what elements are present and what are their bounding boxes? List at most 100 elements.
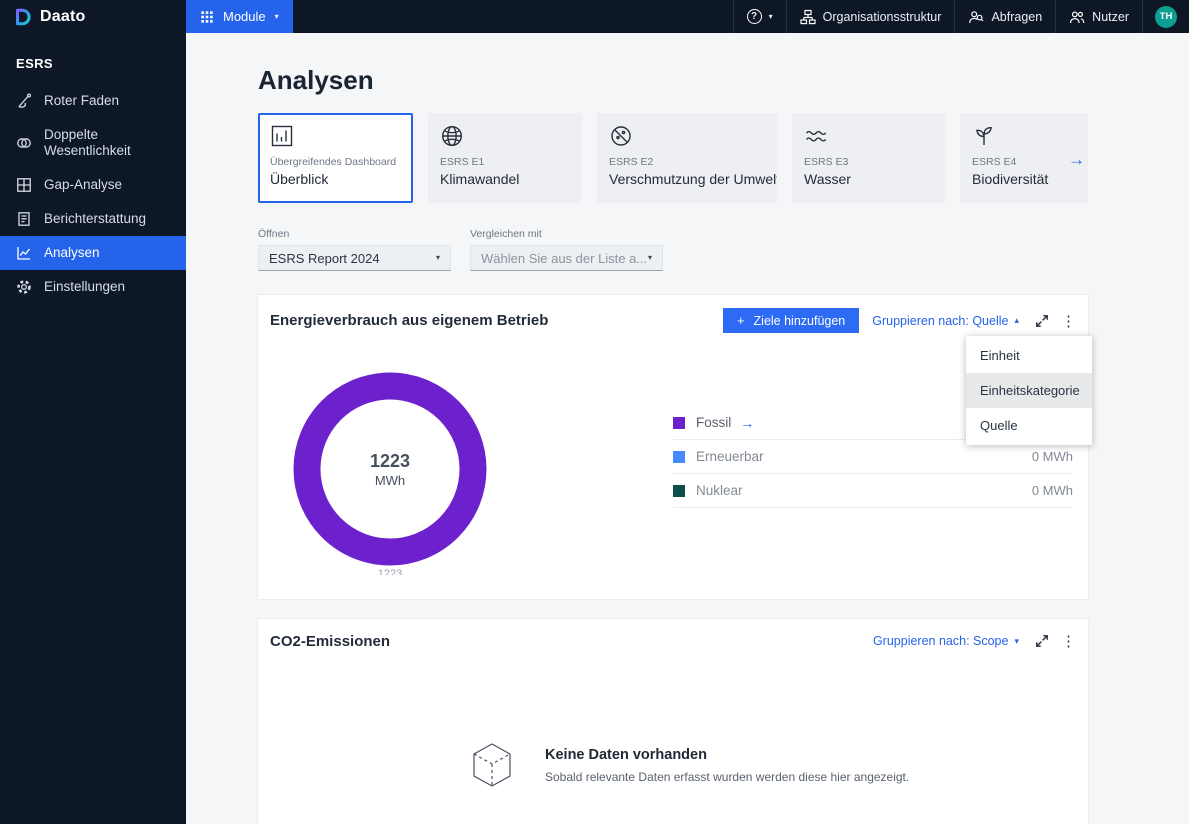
sidebar-item-berichterstattung[interactable]: Berichterstattung: [0, 202, 186, 236]
tab-label: Überblick: [270, 171, 329, 187]
sidebar-item-einstellungen[interactable]: Einstellungen: [0, 270, 186, 304]
sidebar-item-label: Gap-Analyse: [44, 176, 123, 192]
empty-state-title: Keine Daten vorhanden: [545, 746, 707, 763]
sidebar-item-doppelte-wesentlichkeit[interactable]: Doppelte Wesentlichkeit: [0, 118, 186, 168]
fossil-swatch: [673, 416, 685, 429]
energy-panel: Energieverbrauch aus eigenem Betrieb + Z…: [258, 295, 1092, 599]
queries-button[interactable]: Abfragen: [954, 0, 1055, 33]
water-waves-icon: [804, 124, 933, 150]
org-structure-button[interactable]: Organisationsstruktur: [785, 0, 955, 33]
empty-cube-icon: [473, 743, 511, 787]
avatar-wrap: TH: [1142, 0, 1189, 33]
sprout-icon: [972, 124, 1076, 150]
energy-panel-title: Energieverbrauch aus eigenem Betrieb: [270, 312, 549, 329]
group-by-scope-dropdown[interactable]: Gruppieren nach: Scope ▾: [873, 634, 1019, 648]
menu-item-einheitskategorie[interactable]: Einheitskategorie: [966, 373, 1092, 408]
legend-value: 0 MWh: [1031, 483, 1073, 498]
help-button[interactable]: ? ▾: [732, 0, 786, 33]
logo-text: Daato: [40, 7, 86, 25]
expand-button[interactable]: [1035, 634, 1049, 648]
apps-grid-icon: [200, 10, 214, 24]
tab-subtitle: ESRS E2: [609, 156, 654, 168]
legend-row-erneuerbar: Erneuerbar 0 MWh: [673, 440, 1073, 474]
plus-icon: +: [736, 313, 745, 328]
topbar-right: ? ▾ Organisationsstruktur Abfragen Nutze…: [732, 0, 1189, 33]
daato-logo-icon: [13, 7, 33, 27]
tab-klimawandel[interactable]: ESRS E1 Klimawandel: [428, 113, 582, 203]
avatar[interactable]: TH: [1155, 5, 1177, 28]
co2-empty-text-block: Keine Daten vorhanden Sobald relevante D…: [545, 747, 909, 784]
tab-subtitle: ESRS E3: [804, 156, 849, 168]
expand-button[interactable]: [1035, 314, 1049, 328]
tab-verschmutzung[interactable]: ESRS E2 Verschmutzung der Umwelt: [597, 113, 777, 203]
legend-value: 0 MWh: [1031, 449, 1073, 464]
report-select[interactable]: ESRS Report 2024 ▾: [258, 245, 451, 271]
group-by-label: Gruppieren nach: Quelle: [872, 313, 1009, 328]
compare-filter: Vergleichen mit Wählen Sie aus der Liste…: [470, 228, 663, 271]
double-materiality-icon: [17, 138, 31, 148]
compare-filter-label: Vergleichen mit: [470, 228, 542, 240]
open-filter-label: Öffnen: [258, 228, 290, 240]
kebab-menu-button[interactable]: ⋮: [1061, 312, 1076, 330]
tab-label: Wasser: [804, 171, 851, 187]
sidebar-item-roter-faden[interactable]: Roter Faden: [0, 84, 186, 118]
line-chart-icon: [17, 246, 31, 260]
main-content: Analysen Übergreifendes Dashboard Überbl…: [186, 33, 1189, 824]
tab-subtitle: ESRS E1: [440, 156, 485, 168]
open-filter: Öffnen ESRS Report 2024 ▾: [258, 228, 451, 271]
legend-label: Erneuerbar: [696, 449, 764, 464]
donut-footer-clipped: 1223: [377, 568, 403, 575]
tab-subtitle: ESRS E4: [972, 156, 1017, 168]
tab-subtitle: Übergreifendes Dashboard: [270, 156, 397, 168]
legend-label: Nuklear: [696, 483, 743, 498]
module-button[interactable]: Module ▾: [186, 0, 293, 33]
tab-wasser[interactable]: ESRS E3 Wasser: [792, 113, 945, 203]
legend-label: Fossil: [696, 415, 732, 430]
energy-donut-chart: 1223 MWh: [292, 371, 488, 567]
arrow-right-icon[interactable]: →: [740, 415, 754, 431]
empty-state-text: Sobald relevante Daten erfasst wurden we…: [545, 769, 910, 784]
grid-icon: [17, 177, 31, 192]
sidebar-item-analysen[interactable]: Analysen: [0, 235, 186, 270]
chevron-down-icon: ▾: [435, 253, 440, 262]
pollution-icon: [609, 124, 765, 150]
sidebar-item-label: Berichterstattung: [44, 210, 147, 226]
dashboard-icon: [270, 124, 401, 150]
kebab-menu-button[interactable]: ⋮: [1061, 632, 1076, 650]
co2-empty-state: Keine Daten vorhanden Sobald relevante D…: [465, 738, 1088, 792]
topbar: Daato Module ▾ ? ▾ Organisationsstruktur…: [0, 0, 1189, 33]
tab-label: Biodiversität: [972, 171, 1049, 187]
globe-icon: [440, 124, 570, 150]
add-goals-button[interactable]: + Ziele hinzufügen: [722, 308, 860, 333]
queries-label: Abfragen: [991, 9, 1043, 24]
tab-ueberblick[interactable]: Übergreifendes Dashboard Überblick: [258, 113, 413, 203]
menu-item-einheit[interactable]: Einheit: [966, 338, 1092, 373]
compare-select[interactable]: Wählen Sie aus der Liste a... ▾: [470, 245, 663, 271]
tab-label: Klimawandel: [440, 171, 520, 187]
report-select-value: ESRS Report 2024: [269, 250, 380, 266]
sidebar: ESRS Roter Faden Doppelte Wesentlichkeit…: [0, 33, 186, 824]
user-query-icon: [968, 9, 984, 25]
dashboard-tabs: Übergreifendes Dashboard Überblick ESRS …: [258, 113, 1088, 203]
daato-logo[interactable]: Daato: [0, 0, 186, 33]
chevron-down-icon: ▾: [768, 11, 773, 21]
users-button[interactable]: Nutzer: [1055, 0, 1142, 33]
users-label: Nutzer: [1092, 9, 1129, 24]
menu-item-quelle[interactable]: Quelle: [966, 408, 1092, 443]
donut-center-label: 1223 MWh: [292, 371, 488, 567]
sidebar-item-label: Roter Faden: [44, 93, 120, 109]
chevron-down-icon: ▾: [647, 253, 652, 262]
sidebar-item-gap-analyse[interactable]: Gap-Analyse: [0, 168, 186, 202]
help-icon: ?: [746, 9, 762, 24]
report-icon: [18, 211, 30, 226]
sidebar-section-title: ESRS: [16, 56, 54, 71]
co2-panel-header: CO2-Emissionen Gruppieren nach: Scope ▾ …: [258, 619, 1088, 651]
donut-unit: MWh: [374, 472, 406, 488]
maximize-icon: [1036, 314, 1048, 327]
tabs-next-arrow[interactable]: →: [1068, 150, 1085, 170]
page-title: Analysen: [258, 65, 374, 95]
group-by-quelle-dropdown[interactable]: Gruppieren nach: Quelle ▴: [872, 314, 1019, 328]
org-structure-label: Organisationsstruktur: [822, 9, 942, 24]
org-structure-icon: [800, 9, 816, 25]
